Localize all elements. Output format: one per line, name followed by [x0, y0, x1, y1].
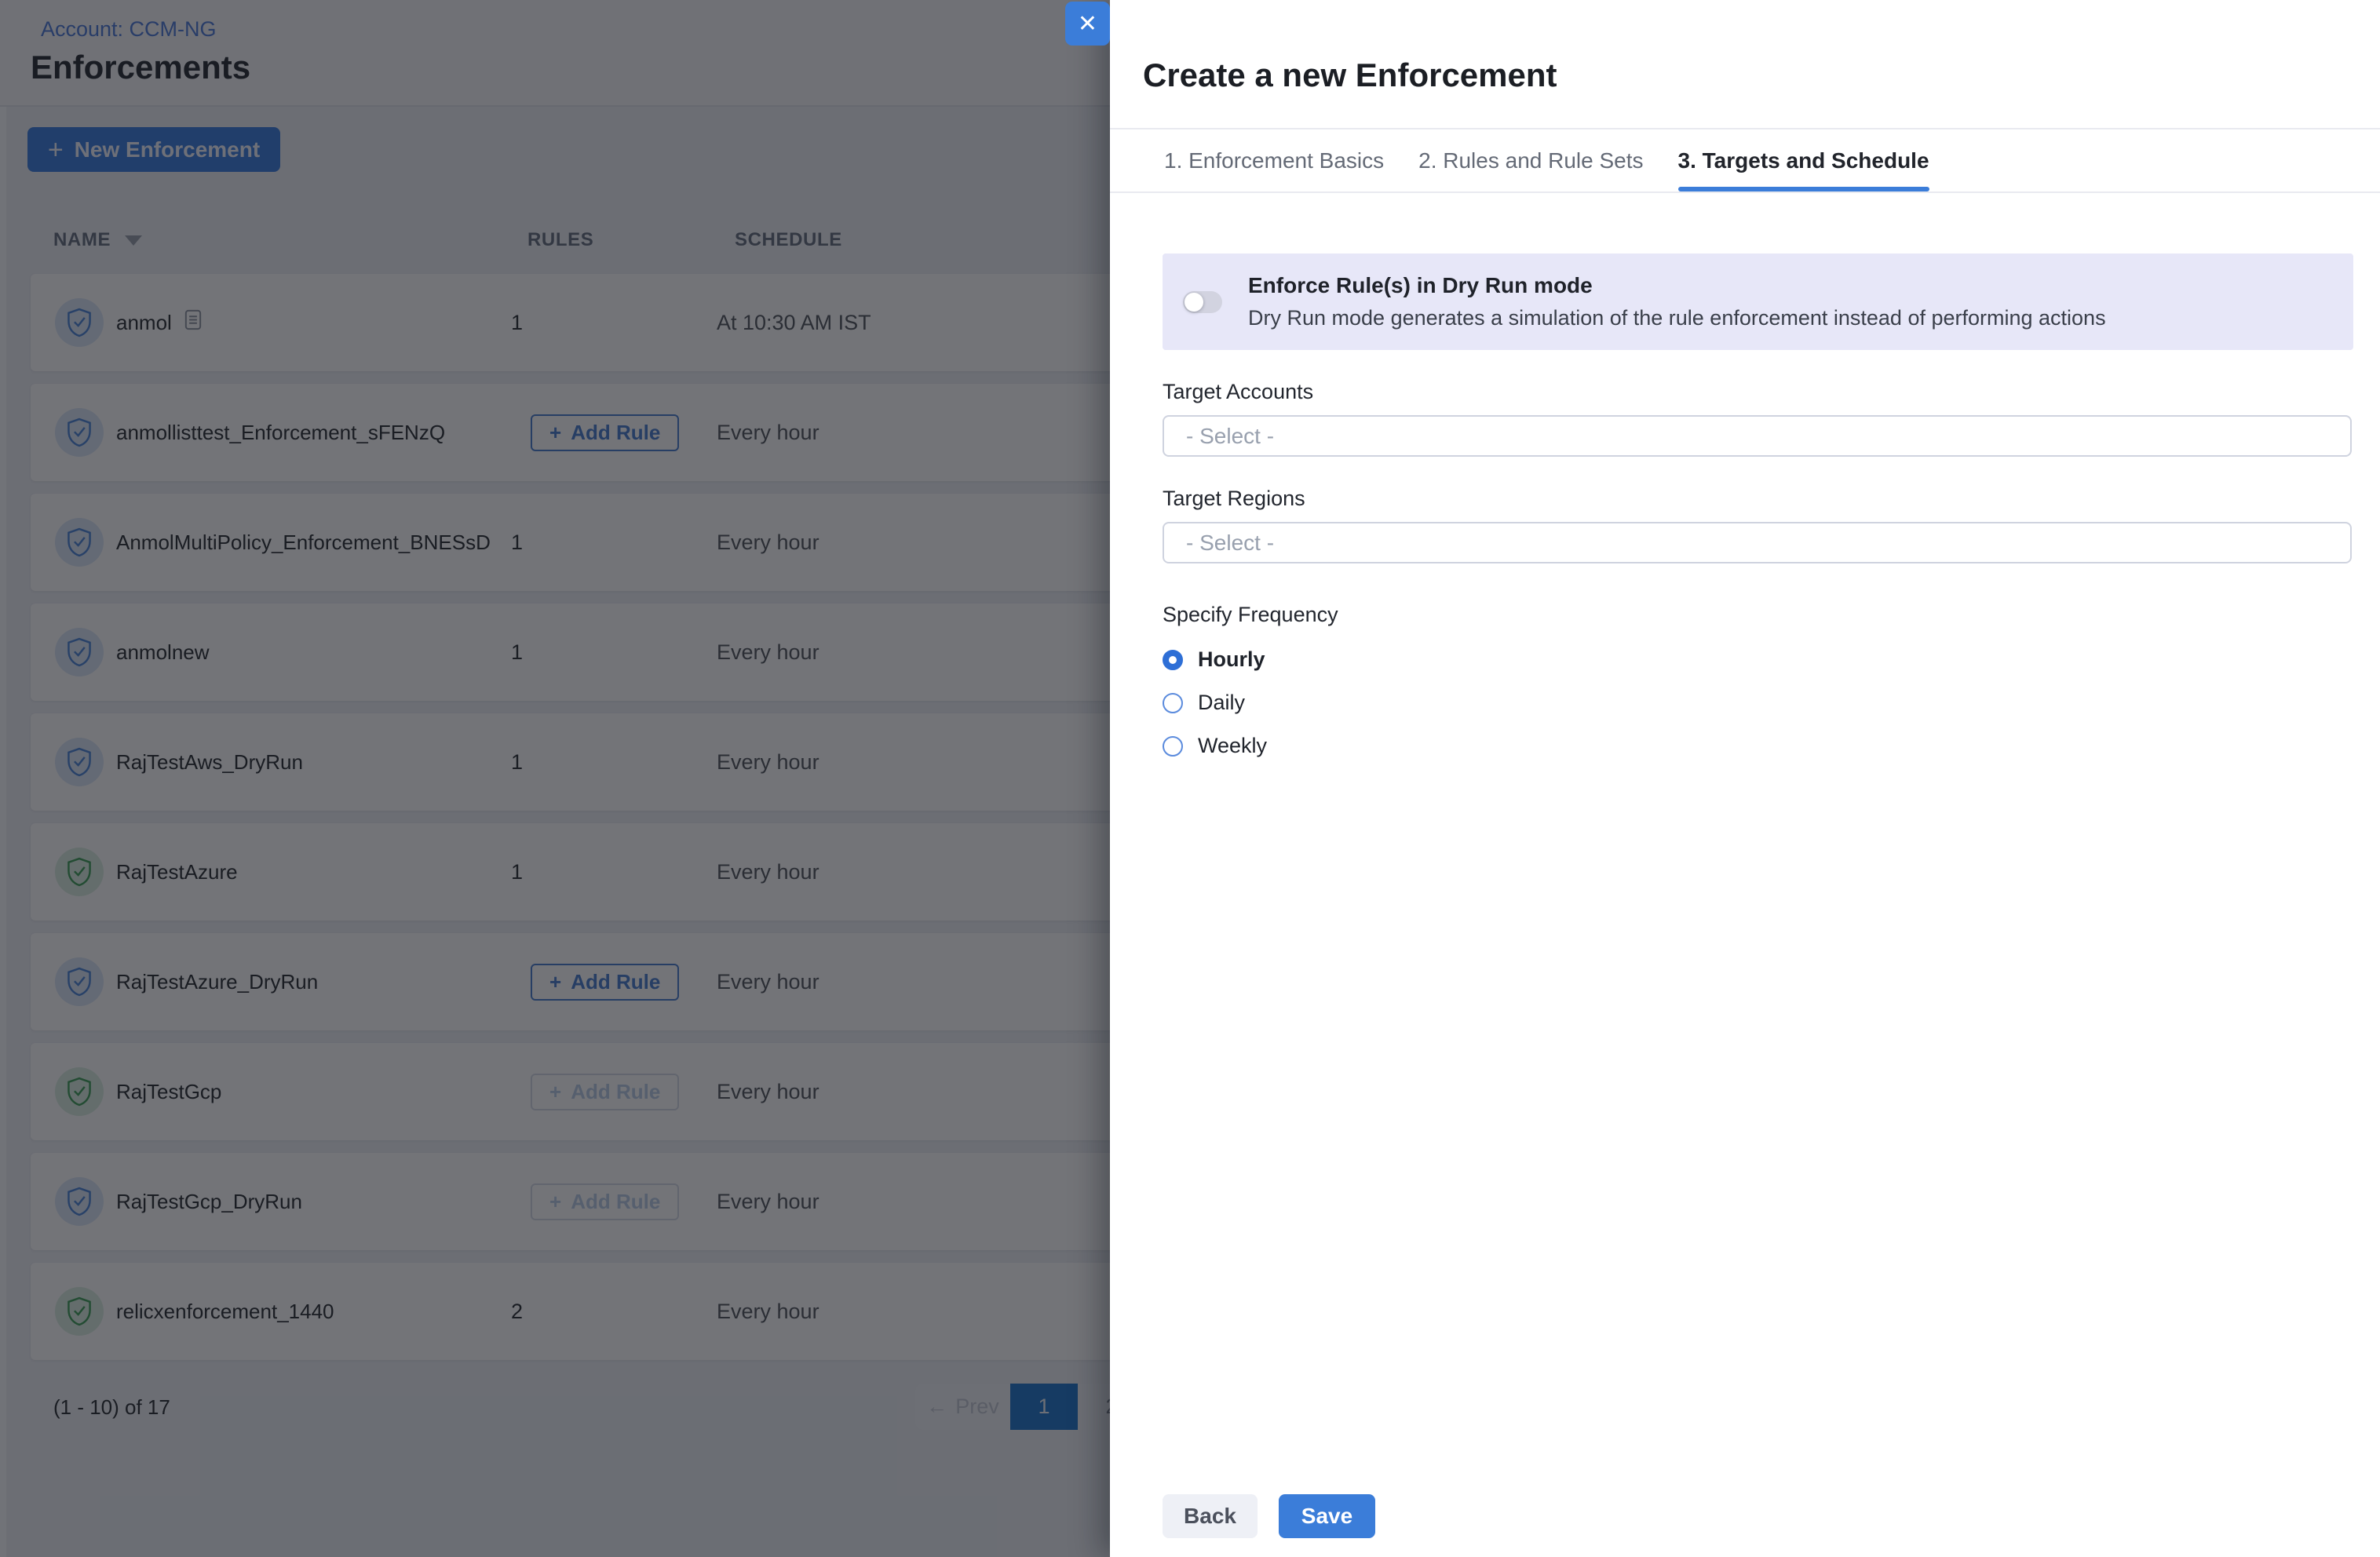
frequency-option-label: Daily	[1198, 691, 1245, 715]
frequency-option-weekly[interactable]: Weekly	[1163, 735, 2352, 757]
save-button[interactable]: Save	[1279, 1494, 1375, 1538]
drawer-footer: Back Save	[1163, 1494, 1375, 1538]
tab-enforcement-basics[interactable]: 1. Enforcement Basics	[1164, 129, 1384, 191]
dry-run-banner: Enforce Rule(s) in Dry Run mode Dry Run …	[1163, 253, 2353, 350]
target-regions-label: Target Regions	[1163, 487, 2352, 511]
frequency-option-label: Weekly	[1198, 734, 1267, 758]
back-button[interactable]: Back	[1163, 1494, 1258, 1538]
frequency-option-daily[interactable]: Daily	[1163, 692, 2352, 713]
tab-targets-and-schedule[interactable]: 3. Targets and Schedule	[1678, 129, 1929, 191]
dry-run-description: Dry Run mode generates a simulation of t…	[1248, 306, 2106, 330]
frequency-option-hourly[interactable]: Hourly	[1163, 649, 2352, 670]
target-accounts-placeholder: - Select -	[1186, 424, 1274, 449]
frequency-option-label: Hourly	[1198, 647, 1265, 672]
toggle-knob	[1185, 293, 1203, 312]
target-regions-select[interactable]: - Select -	[1163, 522, 2352, 563]
drawer-body: Enforce Rule(s) in Dry Run mode Dry Run …	[1163, 193, 2352, 757]
dry-run-toggle[interactable]	[1183, 291, 1222, 313]
target-accounts-select[interactable]: - Select -	[1163, 415, 2352, 457]
drawer-tabs: 1. Enforcement Basics 2. Rules and Rule S…	[1110, 128, 2380, 193]
radio-unselected-icon[interactable]	[1163, 736, 1183, 757]
target-regions-placeholder: - Select -	[1186, 531, 1274, 556]
target-accounts-label: Target Accounts	[1163, 380, 2352, 404]
frequency-options: Hourly Daily Weekly	[1163, 649, 2352, 757]
create-enforcement-drawer: ✕ Create a new Enforcement 1. Enforcemen…	[1110, 0, 2380, 1557]
dry-run-title: Enforce Rule(s) in Dry Run mode	[1248, 273, 2106, 298]
close-icon[interactable]: ✕	[1065, 2, 1110, 46]
frequency-label: Specify Frequency	[1163, 603, 2352, 627]
drawer-title: Create a new Enforcement	[1143, 57, 1557, 94]
radio-selected-icon[interactable]	[1163, 650, 1183, 670]
modal-dim-overlay[interactable]	[0, 0, 1110, 1557]
radio-unselected-icon[interactable]	[1163, 693, 1183, 713]
tab-rules-and-rule-sets[interactable]: 2. Rules and Rule Sets	[1418, 129, 1643, 191]
